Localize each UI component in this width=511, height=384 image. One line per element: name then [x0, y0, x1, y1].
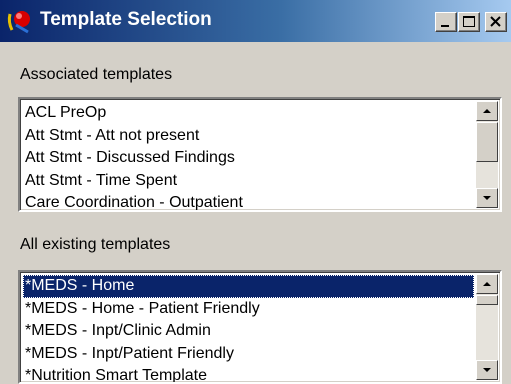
list-item[interactable]: *MEDS - Inpt/Patient Friendly [23, 343, 474, 366]
template-selection-window: Template Selection Associated templates … [0, 0, 511, 384]
maximize-button[interactable] [458, 12, 480, 32]
list-item[interactable]: ACL PreOp [23, 102, 474, 125]
list-item[interactable]: *MEDS - Home - Patient Friendly [23, 298, 474, 321]
scroll-down-button[interactable] [476, 188, 498, 208]
window-title: Template Selection [40, 9, 212, 30]
scroll-down-button[interactable] [476, 360, 498, 380]
list-item-selected[interactable]: *MEDS - Home [23, 275, 474, 298]
scroll-thumb[interactable] [476, 295, 498, 305]
all-existing-templates-label: All existing templates [20, 236, 171, 253]
list-item[interactable]: Att Stmt - Time Spent [23, 170, 474, 193]
associated-templates-list[interactable]: ACL PreOp Att Stmt - Att not present Att… [18, 97, 502, 212]
scroll-up-button[interactable] [476, 274, 498, 294]
list-item[interactable]: *MEDS - Inpt/Clinic Admin [23, 320, 474, 343]
associated-templates-label: Associated templates [20, 66, 173, 83]
list-item[interactable]: *Nutrition Smart Template [23, 365, 474, 382]
minimize-button[interactable] [435, 12, 457, 32]
existing-scrollbar[interactable] [476, 274, 498, 380]
list-item[interactable]: Care Coordination - Outpatient [23, 192, 474, 210]
scroll-up-button[interactable] [476, 101, 498, 121]
list-item[interactable]: Att Stmt - Att not present [23, 125, 474, 148]
all-existing-templates-list[interactable]: *MEDS - Home *MEDS - Home - Patient Frie… [18, 270, 502, 384]
list-item[interactable]: Att Stmt - Discussed Findings [23, 147, 474, 170]
close-button[interactable] [485, 12, 507, 32]
scroll-thumb[interactable] [476, 122, 498, 162]
title-bar[interactable]: Template Selection [0, 0, 511, 42]
associated-scrollbar[interactable] [476, 101, 498, 208]
app-logo-icon [6, 8, 34, 36]
